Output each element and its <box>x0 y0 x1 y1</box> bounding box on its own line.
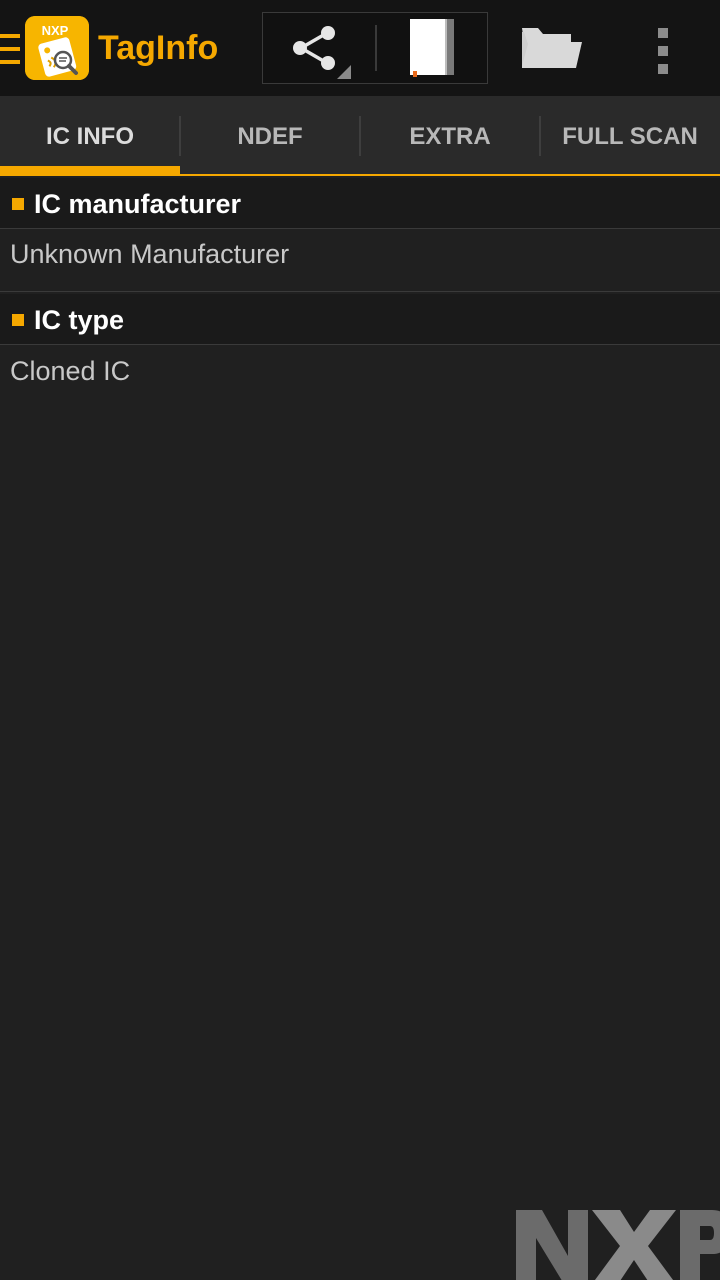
app-icon-badge: NXP <box>42 23 69 38</box>
section-header-ic-manufacturer: IC manufacturer <box>0 178 720 229</box>
history-book-button[interactable] <box>377 13 487 83</box>
tab-ic-info[interactable]: IC INFO <box>0 96 180 174</box>
ic-manufacturer-value: Unknown Manufacturer <box>10 239 290 269</box>
tab-extra[interactable]: EXTRA <box>360 96 540 174</box>
taginfo-app-icon[interactable]: NXP <box>25 16 89 80</box>
more-vertical-icon <box>658 28 668 38</box>
dropdown-corner-icon <box>337 65 351 79</box>
open-folder-button[interactable] <box>510 18 594 78</box>
action-button-group <box>262 12 488 84</box>
action-bar: NXP TagInfo <box>0 0 720 96</box>
folder-open-icon <box>522 28 582 68</box>
share-button[interactable] <box>263 13 373 83</box>
book-icon <box>410 19 454 77</box>
section-bullet-icon <box>12 314 24 326</box>
tab-ndef[interactable]: NDEF <box>180 96 360 174</box>
tab-bar: IC INFO NDEF EXTRA FULL SCAN <box>0 96 720 176</box>
active-tab-indicator <box>0 166 180 174</box>
nxp-logo-watermark <box>516 1208 720 1280</box>
ic-type-value: Cloned IC <box>10 356 131 386</box>
section-title: IC type <box>34 305 125 335</box>
taginfo-screen: NXP TagInfo IC INFO NDEF EXTRA FULL SCAN… <box>0 0 720 1280</box>
hamburger-menu-icon[interactable] <box>0 34 22 64</box>
section-divider <box>0 291 720 292</box>
app-title: TagInfo <box>98 29 219 67</box>
section-header-ic-type: IC type <box>0 294 720 345</box>
share-icon <box>293 26 335 70</box>
tab-full-scan[interactable]: FULL SCAN <box>540 96 720 174</box>
section-title: IC manufacturer <box>34 189 242 219</box>
overflow-menu-button[interactable] <box>640 22 688 78</box>
section-bullet-icon <box>12 198 24 210</box>
